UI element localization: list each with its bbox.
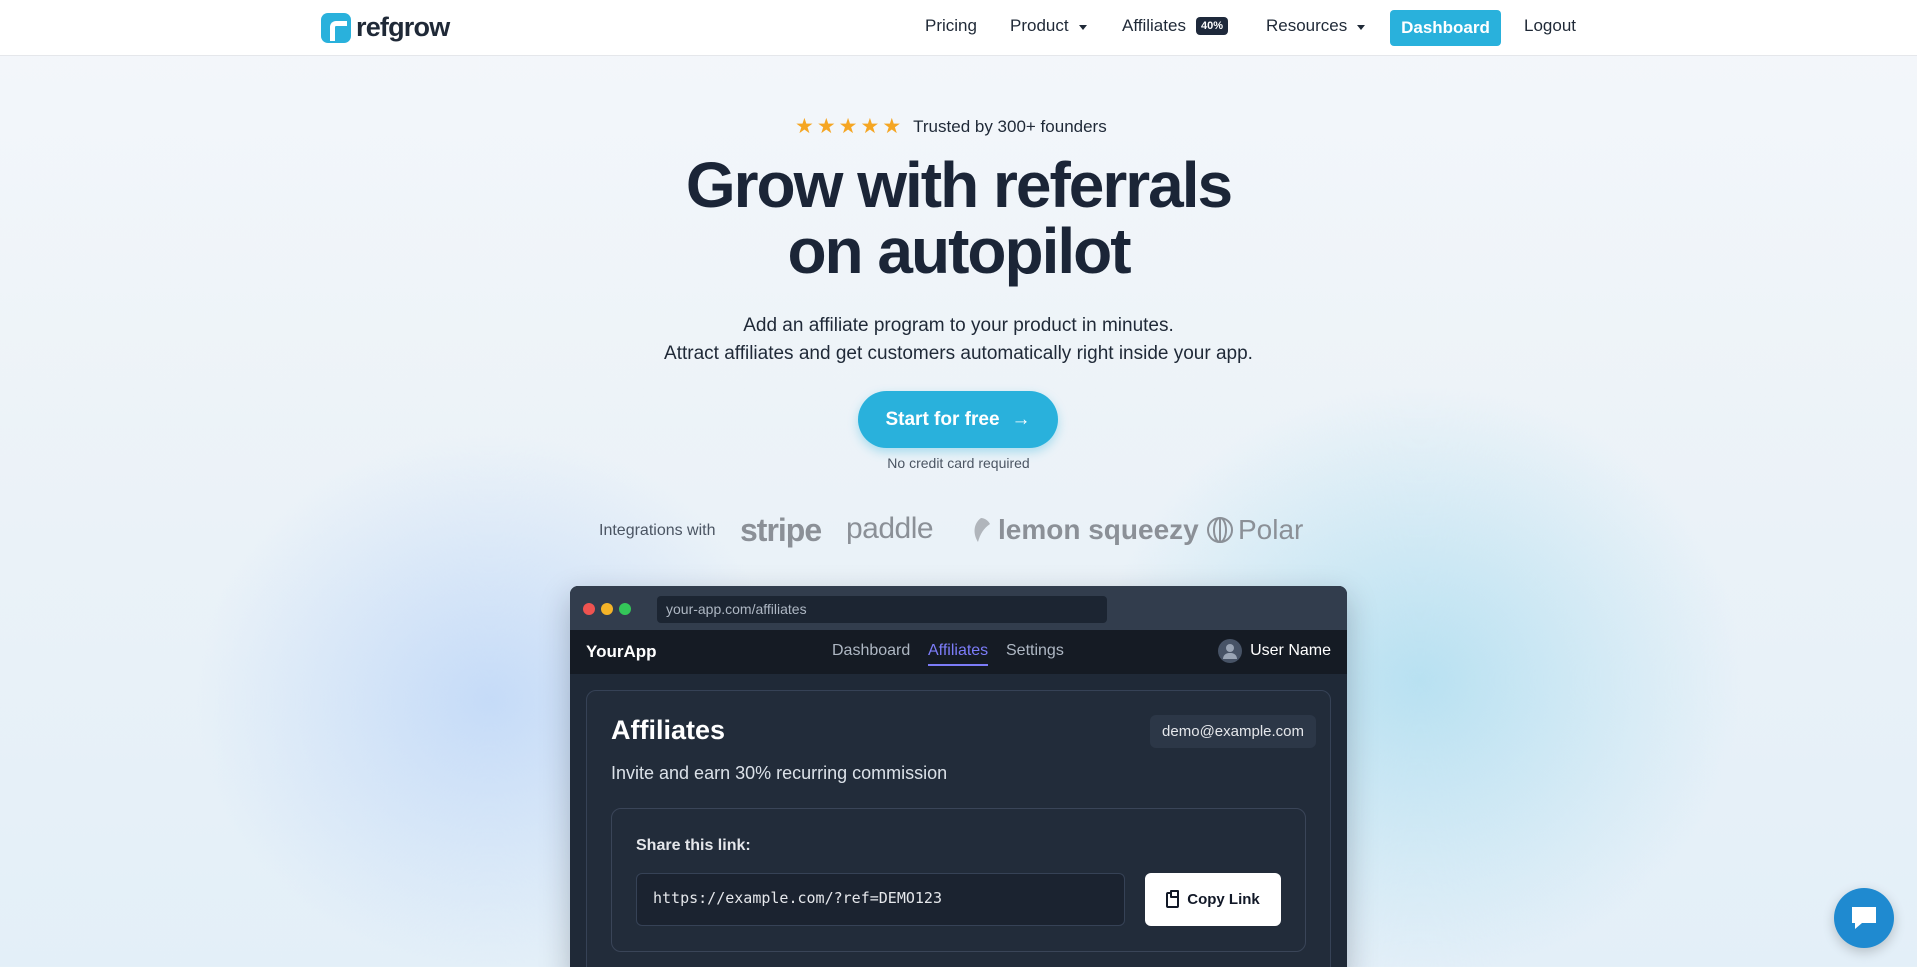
integrations-label: Integrations with — [599, 522, 716, 539]
chat-widget-button[interactable] — [1834, 888, 1894, 948]
copy-link-button[interactable]: Copy Link — [1145, 873, 1281, 926]
arrow-right-icon: → — [1011, 408, 1031, 430]
star-icon: ★ — [838, 115, 858, 138]
five-star-rating: ★ ★ ★ ★ ★ — [795, 116, 901, 137]
user-name: User Name — [1250, 642, 1331, 659]
logout-link[interactable]: Logout — [1524, 16, 1576, 36]
app-preview-window: your-app.com/affiliates YourApp Dashboar… — [570, 586, 1347, 967]
app-navbar: YourApp Dashboard Affiliates Settings Us… — [570, 630, 1347, 674]
subheadline-line-2: Attract affiliates and get customers aut… — [664, 343, 1253, 364]
headline-line-2: on autopilot — [787, 215, 1131, 287]
lemon-squeezy-leaf-icon — [974, 518, 990, 542]
app-tab-affiliates[interactable]: Affiliates — [928, 642, 989, 666]
paddle-logo: paddle — [846, 512, 934, 545]
lemon-squeezy-logo: lemon squeezy — [970, 514, 1199, 546]
refgrow-logo-icon — [321, 12, 351, 43]
window-maximize-dot — [619, 603, 631, 615]
star-icon: ★ — [860, 115, 880, 138]
share-link-label: Share this link: — [636, 837, 751, 854]
rating-row: ★ ★ ★ ★ ★ Trusted by 300+ founders — [795, 116, 1107, 137]
nav-affiliates-label: Affiliates — [1122, 16, 1186, 35]
affiliates-card: Affiliates demo@example.com Invite and e… — [586, 690, 1331, 967]
demo-email-badge: demo@example.com — [1150, 715, 1316, 748]
start-for-free-button[interactable]: Start for free → — [858, 391, 1058, 448]
affiliates-subtitle: Invite and earn 30% recurring commission — [611, 763, 948, 783]
referral-link-field[interactable]: https://example.com/?ref=DEMO123 — [636, 873, 1125, 926]
polar-logo: Polar — [1206, 514, 1303, 546]
app-tab-dashboard[interactable]: Dashboard — [832, 642, 910, 660]
dashboard-button[interactable]: Dashboard — [1390, 10, 1501, 46]
chevron-down-icon — [1078, 24, 1087, 30]
lemon-squeezy-wordmark: lemon squeezy — [998, 514, 1199, 545]
no-credit-card-note: No credit card required — [887, 455, 1030, 471]
share-link-panel: Share this link: https://example.com/?re… — [611, 808, 1306, 952]
nav-product-label: Product — [1010, 16, 1069, 35]
nav-dropdown-resources[interactable]: Resources — [1266, 16, 1366, 36]
top-navbar: refgrow Pricing Product Affiliates 40% R… — [0, 0, 1917, 56]
brand-name: refgrow — [356, 12, 450, 42]
user-avatar-icon — [1218, 639, 1243, 663]
clipboard-icon — [1166, 889, 1180, 908]
window-close-dot — [583, 603, 595, 615]
star-icon: ★ — [816, 115, 836, 138]
browser-toolbar: your-app.com/affiliates — [570, 586, 1347, 630]
hero-subheadline: Add an affiliate program to your product… — [0, 312, 1917, 368]
headline-line-1: Grow with referrals — [685, 149, 1233, 221]
trusted-by-text: Trusted by 300+ founders — [913, 116, 1107, 136]
polar-wordmark: Polar — [1238, 514, 1304, 545]
hero-headline: Grow with referrals on autopilot — [0, 152, 1917, 284]
nav-dropdown-product[interactable]: Product — [1010, 16, 1087, 36]
user-menu[interactable]: User Name — [1218, 639, 1331, 663]
stripe-logo: stripe — [740, 512, 822, 548]
copy-link-label: Copy Link — [1187, 891, 1260, 908]
app-tab-settings[interactable]: Settings — [1006, 642, 1064, 660]
star-icon: ★ — [795, 115, 814, 138]
polar-globe-icon — [1207, 517, 1233, 543]
address-bar: your-app.com/affiliates — [657, 596, 1107, 623]
brand-logo[interactable]: refgrow — [321, 12, 450, 43]
nav-resources-label: Resources — [1266, 16, 1348, 35]
window-minimize-dot — [601, 603, 613, 615]
subheadline-line-1: Add an affiliate program to your product… — [743, 315, 1174, 336]
integrations-row: Integrations with stripe paddle lemon sq… — [0, 512, 1917, 552]
affiliates-title: Affiliates — [611, 715, 726, 745]
nav-link-affiliates[interactable]: Affiliates 40% — [1122, 16, 1228, 36]
affiliates-commission-badge: 40% — [1195, 17, 1228, 35]
cta-label: Start for free — [885, 408, 1000, 430]
app-brand: YourApp — [586, 642, 657, 661]
chevron-down-icon — [1357, 24, 1366, 30]
chat-bubble-icon — [1852, 907, 1876, 929]
star-icon: ★ — [882, 115, 902, 138]
nav-link-pricing[interactable]: Pricing — [925, 16, 977, 36]
